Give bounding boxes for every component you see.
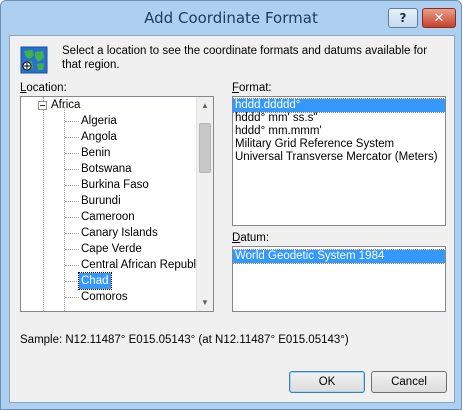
format-label-rest: ormat:: [239, 82, 272, 94]
datum-label: Datum:: [232, 232, 269, 244]
format-label: Format:: [232, 82, 272, 94]
tree-item[interactable]: Algeria: [81, 113, 117, 129]
cancel-button[interactable]: Cancel: [371, 371, 447, 393]
tree-item-selected[interactable]: Chad: [78, 272, 112, 290]
format-list[interactable]: hddd.ddddd° hddd° mm' ss.s" hddd° mm.mmm…: [232, 96, 446, 226]
datum-list[interactable]: World Geodetic System 1984: [232, 246, 446, 312]
tree-branch: [65, 265, 79, 266]
format-list-items: hddd.ddddd° hddd° mm' ss.s" hddd° mm.mmm…: [233, 97, 445, 164]
globe-map-icon: [20, 46, 48, 74]
format-item[interactable]: Universal Transverse Mercator (Meters): [233, 151, 445, 164]
tree-branch: [65, 121, 79, 122]
format-item-selected[interactable]: hddd.ddddd°: [233, 98, 445, 113]
tree-item[interactable]: Central African Republic: [81, 257, 204, 273]
datum-list-items: World Geodetic System 1984: [233, 247, 445, 264]
datum-label-rest: atum:: [240, 232, 270, 244]
scrollbar-thumb[interactable]: [199, 123, 211, 173]
intro-text: Select a location to see the coordinate …: [62, 45, 428, 71]
format-item[interactable]: hddd° mm' ss.s": [233, 112, 445, 125]
location-label-rest: ocation:: [26, 82, 67, 94]
help-button[interactable]: ?: [388, 8, 418, 28]
ok-button[interactable]: OK: [289, 371, 365, 393]
tree-branch: [65, 185, 79, 186]
location-label: Location:: [20, 82, 67, 94]
close-button[interactable]: ✕: [422, 8, 456, 28]
tree-item[interactable]: Burkina Faso: [81, 177, 149, 193]
dialog-window: Add Coordinate Format ? ✕ Select a locat…: [0, 0, 462, 410]
tree-branch: [65, 153, 79, 154]
tree-branch: [65, 233, 79, 234]
tree-item[interactable]: Benin: [81, 145, 110, 161]
scroll-down-arrow-icon[interactable]: ▼: [197, 294, 213, 311]
format-label-accesskey: F: [232, 82, 240, 94]
tree-item[interactable]: Cape Verde: [81, 241, 142, 257]
tree-branch: [65, 297, 79, 298]
tree-branch: [65, 217, 79, 218]
format-item[interactable]: hddd° mm.mmm': [233, 125, 445, 138]
tree-branch: [65, 281, 79, 282]
tree-branch: [65, 169, 79, 170]
tree-branch: [65, 137, 79, 138]
tree-item[interactable]: Cameroon: [81, 209, 135, 225]
tree-vertical-scrollbar[interactable]: ▲ ▼: [196, 97, 213, 311]
tree-item[interactable]: Comoros: [81, 289, 128, 305]
dialog-client-area: Select a location to see the coordinate …: [9, 35, 455, 403]
collapse-icon[interactable]: [38, 101, 47, 110]
tree-item[interactable]: Burundi: [81, 193, 121, 209]
tree-branch: [65, 249, 79, 250]
tree-item[interactable]: Canary Islands: [81, 225, 158, 241]
datum-item-selected[interactable]: World Geodetic System 1984: [233, 249, 445, 264]
location-tree[interactable]: Africa Algeria Angola Benin Botswana Bur…: [20, 96, 214, 312]
sample-text: Sample: N12.11487° E015.05143° (at N12.1…: [20, 334, 349, 346]
tree-branch: [65, 201, 79, 202]
tree-node-africa[interactable]: Africa: [51, 97, 80, 113]
tree-content: Africa Algeria Angola Benin Botswana Bur…: [21, 97, 204, 311]
scroll-up-arrow-icon[interactable]: ▲: [197, 97, 213, 114]
tree-guide-line: [43, 97, 44, 311]
tree-item[interactable]: Botswana: [81, 161, 132, 177]
tree-item[interactable]: Angola: [81, 129, 117, 145]
title-bar[interactable]: Add Coordinate Format ? ✕: [1, 1, 461, 35]
format-item[interactable]: Military Grid Reference System: [233, 138, 445, 151]
